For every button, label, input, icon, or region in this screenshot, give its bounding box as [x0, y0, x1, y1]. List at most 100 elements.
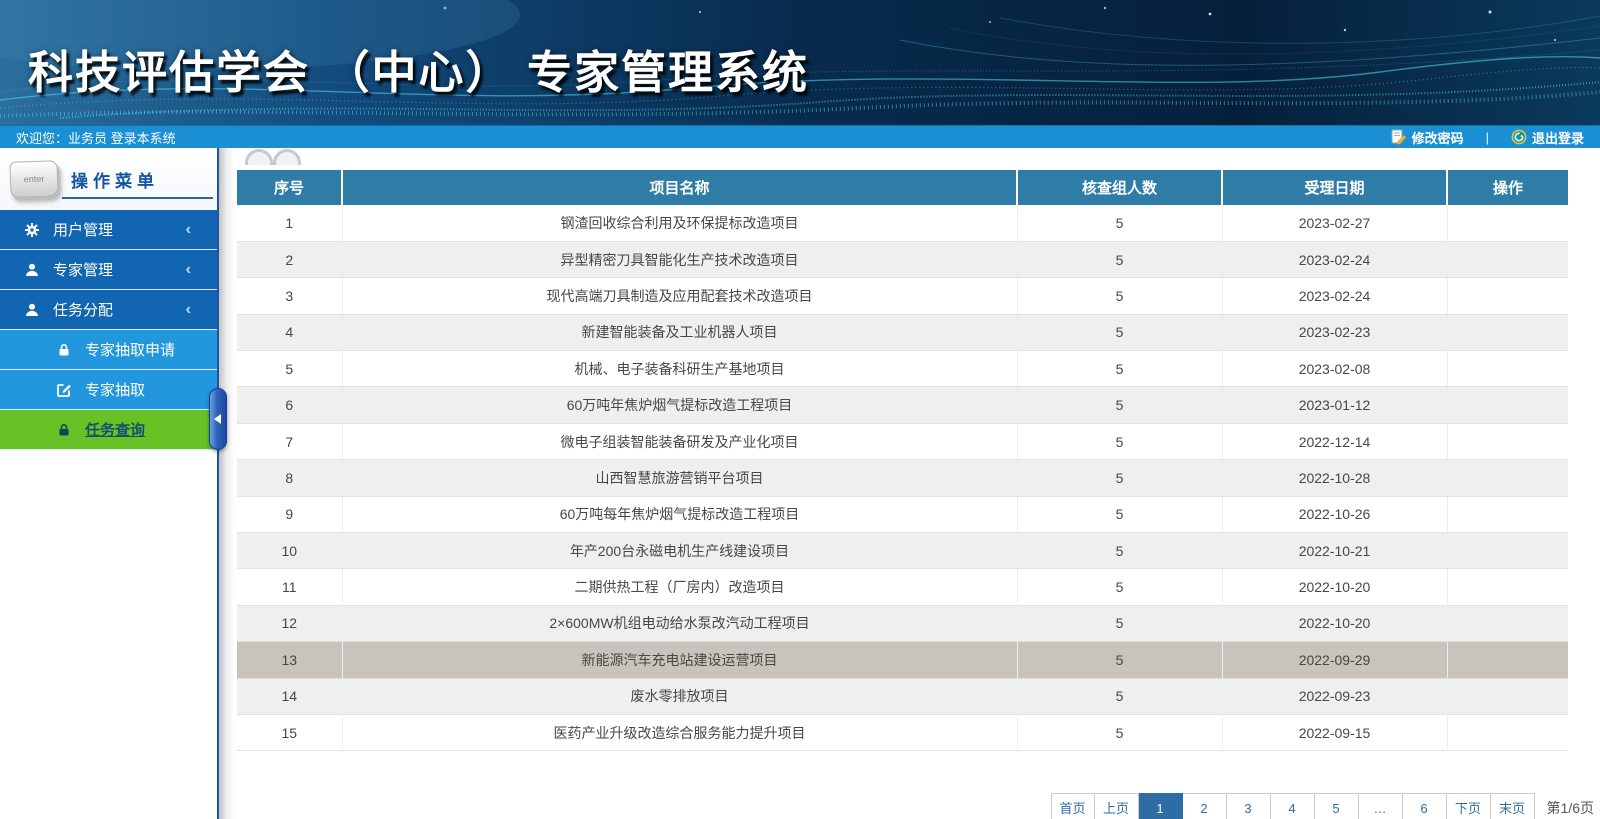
sidebar-item-expert-extraction-request[interactable]: 专家抽取申请 [0, 330, 217, 370]
cell-project-name: 山西智慧旅游营销平台项目 [342, 459, 1018, 497]
cell-project-name: 医药产业升级改造综合服务能力提升项目 [342, 714, 1018, 752]
sidebar-item-task-query[interactable]: 任务查询 [0, 410, 217, 450]
cell-project-name: 新能源汽车充电站建设运营项目 [342, 641, 1018, 679]
table-row[interactable]: 5 机械、电子装备科研生产基地项目 5 2023-02-08 [237, 350, 1568, 388]
cropped-toolbar-icon [273, 149, 301, 165]
sidebar-item-label: 用户管理 [53, 222, 114, 239]
table-row[interactable]: 15 医药产业升级改造综合服务能力提升项目 5 2022-09-15 [237, 714, 1568, 752]
sidebar-item-task-assignment[interactable]: 任务分配 ‹ [0, 290, 217, 330]
cell-index: 13 [237, 641, 343, 679]
welcome-text: 欢迎您：业务员 登录本系统 [16, 130, 176, 146]
lock-icon [56, 342, 72, 358]
cell-operation [1447, 459, 1568, 497]
sidebar-item-label: 任务分配 [53, 302, 114, 319]
sidebar-item-label: 专家管理 [53, 262, 114, 279]
cell-project-name: 60万吨年焦炉烟气提标改造工程项目 [342, 386, 1018, 424]
cell-accept-date: 2023-02-27 [1222, 205, 1448, 242]
table-row[interactable]: 6 60万吨年焦炉烟气提标改造工程项目 5 2023-01-12 [237, 386, 1568, 424]
cell-team-size: 5 [1017, 350, 1223, 388]
cell-project-name: 2×600MW机组电动给水泵改汽动工程项目 [342, 605, 1018, 643]
page-button[interactable]: 首页 [1050, 793, 1095, 819]
edit-document-icon [1391, 129, 1407, 145]
cell-team-size: 5 [1017, 423, 1223, 461]
table-row[interactable]: 4 新建智能装备及工业机器人项目 5 2023-02-23 [237, 314, 1568, 352]
table-row[interactable]: 11 二期供热工程（厂房内）改造项目 5 2022-10-20 [237, 568, 1568, 606]
page-button[interactable]: … [1358, 793, 1403, 819]
cell-team-size: 5 [1017, 532, 1223, 570]
enter-key-icon: enter [9, 160, 59, 198]
logout-icon [1511, 129, 1527, 145]
logout-link[interactable]: 退出登录 [1511, 128, 1584, 147]
table-header-row: 序号 项目名称 核查组人数 受理日期 操作 [237, 170, 1568, 205]
cell-project-name: 异型精密刀具智能化生产技术改造项目 [342, 241, 1018, 279]
cell-operation [1447, 641, 1568, 679]
cell-accept-date: 2023-02-24 [1222, 277, 1448, 315]
cell-team-size: 5 [1017, 241, 1223, 279]
cell-project-name: 二期供热工程（厂房内）改造项目 [342, 568, 1018, 606]
table-row[interactable]: 10 年产200台永磁电机生产线建设项目 5 2022-10-21 [237, 532, 1568, 570]
cell-accept-date: 2022-09-29 [1222, 641, 1448, 679]
table-row[interactable]: 12 2×600MW机组电动给水泵改汽动工程项目 5 2022-10-20 [237, 605, 1568, 643]
table-body: 1 钢渣回收综合利用及环保提标改造项目 5 2023-02-27 2 异型精密刀… [237, 205, 1568, 752]
sidebar-item-expert-management[interactable]: 专家管理 ‹ [0, 250, 217, 290]
table-row[interactable]: 1 钢渣回收综合利用及环保提标改造项目 5 2023-02-27 [237, 205, 1568, 242]
table-row[interactable]: 3 现代高端刀具制造及应用配套技术改造项目 5 2023-02-24 [237, 277, 1568, 315]
sidebar-gutter [219, 148, 233, 819]
cell-project-name: 微电子组装智能装备研发及产业化项目 [342, 423, 1018, 461]
cell-operation [1447, 496, 1568, 534]
cell-accept-date: 2023-02-23 [1222, 314, 1448, 352]
page-button[interactable]: 5 [1314, 793, 1359, 819]
sidebar: enter 操作菜单 用户管理 ‹ 专家管理 ‹ 任务分配 ‹ 专家抽取申请 专… [0, 148, 217, 819]
pagination-bar: 首页 上页 1 2 3 4 5… 6 下页 末页 第1/6页 [1050, 793, 1594, 819]
sidebar-collapse-handle[interactable] [209, 388, 227, 450]
sidebar-item-expert-extraction[interactable]: 专家抽取 [0, 370, 217, 410]
cell-operation [1447, 678, 1568, 715]
page-button[interactable]: 6 [1402, 793, 1447, 819]
cell-operation [1447, 568, 1568, 606]
change-password-link[interactable]: 修改密码 [1391, 128, 1464, 147]
cell-accept-date: 2022-10-21 [1222, 532, 1448, 570]
cell-operation [1447, 205, 1568, 242]
edit-icon [56, 382, 72, 398]
app-title: 科技评估学会 （中心） 专家管理系统 [28, 47, 810, 98]
main-content: 序号 项目名称 核查组人数 受理日期 操作 1 钢渣回收综合利用及环保提标改造项… [233, 148, 1600, 819]
column-header-operation: 操作 [1447, 170, 1568, 205]
page-button[interactable]: 3 [1226, 793, 1271, 819]
sidebar-item-user-management[interactable]: 用户管理 ‹ [0, 210, 217, 250]
screen: 科技评估学会 （中心） 专家管理系统 欢迎您：业务员 登录本系统 修改密码 | … [0, 0, 1600, 819]
cell-index: 14 [237, 678, 343, 715]
cell-accept-date: 2023-01-12 [1222, 386, 1448, 424]
cell-team-size: 5 [1017, 605, 1223, 643]
cell-index: 4 [237, 314, 343, 352]
change-password-label: 修改密码 [1411, 130, 1464, 146]
cell-team-size: 5 [1017, 641, 1223, 679]
page-button[interactable]: 上页 [1094, 793, 1139, 819]
cell-project-name: 年产200台永磁电机生产线建设项目 [342, 532, 1018, 570]
table-row[interactable]: 2 异型精密刀具智能化生产技术改造项目 5 2023-02-24 [237, 241, 1568, 279]
page-button[interactable]: 末页 [1490, 793, 1535, 819]
cell-operation [1447, 350, 1568, 388]
page-button[interactable]: 2 [1182, 793, 1227, 819]
cell-accept-date: 2022-10-20 [1222, 568, 1448, 606]
table-row[interactable]: 9 60万吨每年焦炉烟气提标改造工程项目 5 2022-10-26 [237, 496, 1568, 534]
cell-index: 15 [237, 714, 343, 752]
table-row[interactable]: 13 新能源汽车充电站建设运营项目 5 2022-09-29 [237, 641, 1568, 679]
cell-team-size: 5 [1017, 714, 1223, 752]
table-row[interactable]: 14 废水零排放项目 5 2022-09-23 [237, 678, 1568, 715]
cell-project-name: 60万吨每年焦炉烟气提标改造工程项目 [342, 496, 1018, 534]
pagination: 首页 上页 1 2 3 4 5… 6 下页 末页 [1050, 793, 1535, 819]
cell-project-name: 现代高端刀具制造及应用配套技术改造项目 [342, 277, 1018, 315]
table-row[interactable]: 8 山西智慧旅游营销平台项目 5 2022-10-28 [237, 459, 1568, 497]
table-row[interactable]: 7 微电子组装智能装备研发及产业化项目 5 2022-12-14 [237, 423, 1568, 461]
cell-team-size: 5 [1017, 277, 1223, 315]
chevron-left-icon: ‹ [185, 220, 191, 238]
column-header-project-name: 项目名称 [342, 170, 1018, 205]
page-button[interactable]: 1 [1138, 793, 1183, 819]
cell-accept-date: 2022-09-23 [1222, 678, 1448, 715]
cell-project-name: 钢渣回收综合利用及环保提标改造项目 [342, 205, 1018, 242]
cell-accept-date: 2022-10-26 [1222, 496, 1448, 534]
page-button[interactable]: 下页 [1446, 793, 1491, 819]
pagination-summary: 第1/6页 [1546, 800, 1594, 816]
page-button[interactable]: 4 [1270, 793, 1315, 819]
cell-accept-date: 2022-09-15 [1222, 714, 1448, 752]
